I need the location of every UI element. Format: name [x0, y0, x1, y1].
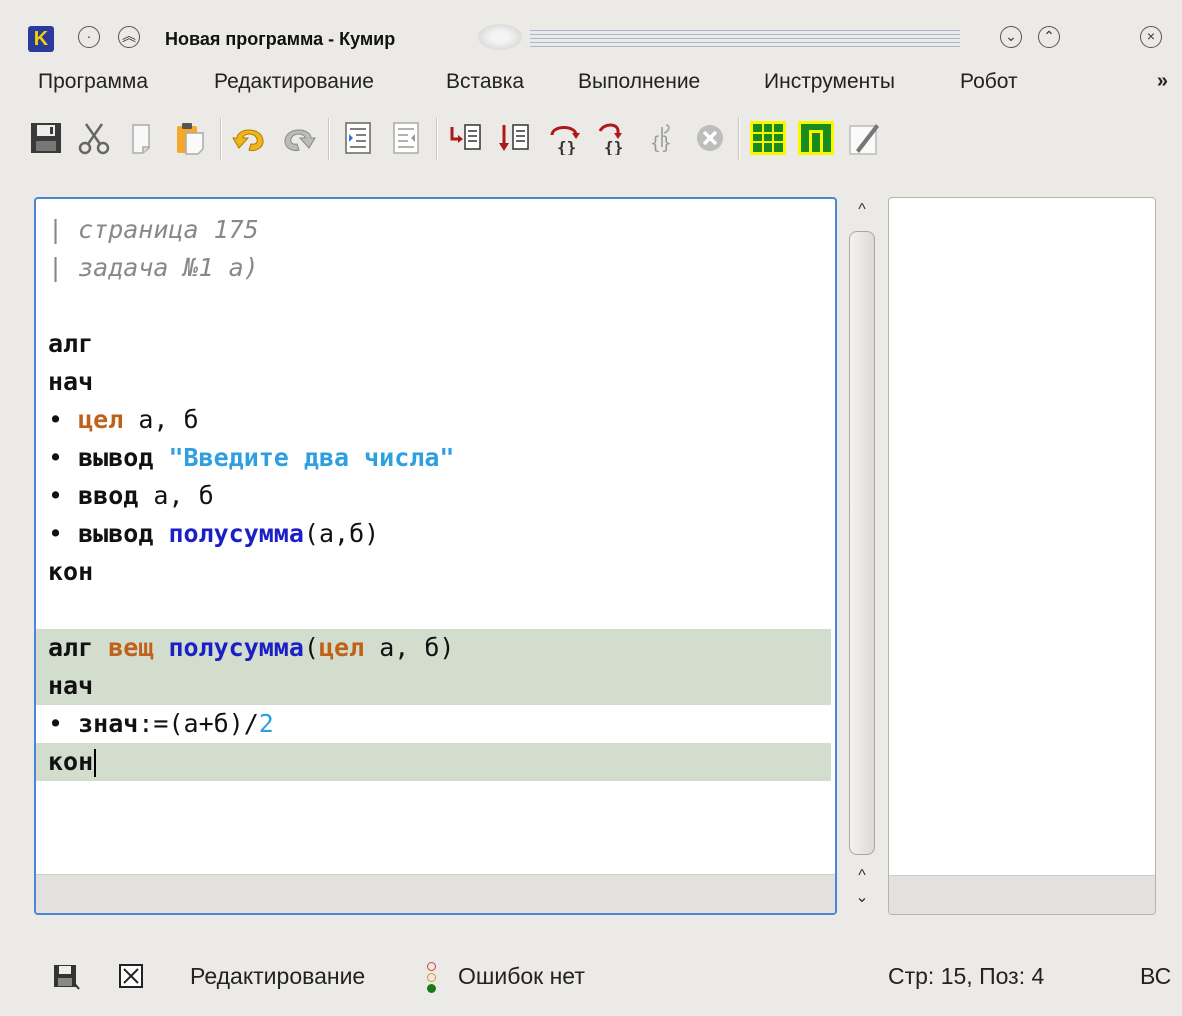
- code-line[interactable]: | страница 175: [46, 211, 831, 249]
- title-stripes: [530, 30, 960, 48]
- toolbar-separator: [738, 118, 740, 160]
- traffic-light-icon: [424, 961, 438, 995]
- menu-overflow-button[interactable]: »: [1157, 70, 1168, 93]
- indent-icon[interactable]: [336, 116, 380, 160]
- menu-program[interactable]: Программа: [38, 70, 148, 94]
- step-icon[interactable]: [492, 116, 536, 160]
- redo-icon[interactable]: [276, 116, 320, 160]
- title-decoration: [478, 24, 522, 50]
- save-icon[interactable]: [24, 116, 68, 160]
- margin-panel-bottom-bar: [889, 875, 1155, 914]
- code-line[interactable]: • вывод полусумма(а,б): [46, 515, 831, 553]
- code-text: • ввод а, б: [48, 481, 214, 510]
- window-menu-button[interactable]: ·: [78, 26, 100, 48]
- status-errors: Ошибок нет: [458, 963, 585, 989]
- double-chevron-up-icon: ︽: [122, 28, 136, 44]
- code-text: • вывод полусумма(а,б): [48, 519, 380, 548]
- dot-icon: ·: [86, 28, 92, 44]
- code-text: • цел а, б: [48, 405, 199, 434]
- cut-icon[interactable]: [72, 116, 116, 160]
- main-window: K · ︽ Новая программа - Кумир ⌄ ⌃ × Прог…: [0, 0, 1182, 1016]
- chevron-up-icon: ⌃: [1043, 28, 1055, 44]
- unindent-icon[interactable]: [384, 116, 428, 160]
- run-to-end-icon[interactable]: {}: [640, 116, 684, 160]
- svg-text:{}: {}: [604, 138, 623, 155]
- status-mode: Редактирование: [190, 963, 366, 989]
- code-line[interactable]: • знач:=(а+б)/2: [46, 705, 831, 743]
- code-area[interactable]: | страница 175 | задача №1 а) алг нач • …: [36, 211, 831, 781]
- scrollbar-thumb[interactable]: [849, 231, 875, 855]
- maximize-button[interactable]: ⌃: [1038, 26, 1060, 48]
- menu-bar: Программа Редактирование Вставка Выполне…: [28, 62, 1178, 102]
- draw-icon[interactable]: [842, 116, 886, 160]
- code-line[interactable]: • ввод а, б: [46, 477, 831, 515]
- scroll-up-arrow-icon[interactable]: ^: [850, 865, 874, 887]
- window-title: Новая программа - Кумир: [165, 29, 396, 49]
- title-bar: K · ︽ Новая программа - Кумир ⌄ ⌃ ×: [0, 0, 1182, 60]
- close-icon: ×: [1146, 28, 1156, 44]
- kumir-app-icon[interactable]: K: [28, 26, 54, 52]
- scroll-down-arrow-icon[interactable]: ⌄: [850, 887, 874, 909]
- robot-window-icon[interactable]: [794, 116, 838, 160]
- code-text: • знач:=(а+б)/2: [48, 709, 274, 738]
- code-line[interactable]: [46, 287, 831, 325]
- toolbar-separator: [328, 118, 330, 160]
- code-text: кон: [48, 557, 94, 586]
- minimize-button[interactable]: ⌄: [1000, 26, 1022, 48]
- code-line[interactable]: • цел а, б: [46, 401, 831, 439]
- code-line[interactable]: | задача №1 а): [46, 249, 831, 287]
- code-line[interactable]: кон: [46, 553, 831, 591]
- status-bar: Редактирование Ошибок нет Стр: 15, Поз: …: [0, 945, 1182, 1005]
- code-line[interactable]: алг: [46, 325, 831, 363]
- checkbox-x-icon[interactable]: [118, 963, 144, 994]
- code-line[interactable]: • вывод "Введите два числа": [46, 439, 831, 477]
- toolbar: {} {} {}: [22, 108, 1172, 170]
- text-cursor: [94, 749, 97, 777]
- paste-icon[interactable]: [168, 116, 212, 160]
- code-editor[interactable]: | страница 175 | задача №1 а) алг нач • …: [34, 197, 837, 915]
- code-text: кон: [48, 747, 94, 776]
- step-into-icon[interactable]: {}: [542, 116, 586, 160]
- code-line[interactable]: нач: [46, 363, 831, 401]
- run-icon[interactable]: [444, 116, 488, 160]
- menu-run[interactable]: Выполнение: [578, 70, 700, 94]
- code-line-highlighted[interactable]: алг вещ полусумма(цел а, б): [36, 629, 831, 667]
- close-button[interactable]: ×: [1140, 26, 1162, 48]
- robot-grid-icon[interactable]: [746, 116, 790, 160]
- save-status-icon[interactable]: [52, 963, 80, 996]
- menu-edit[interactable]: Редактирование: [214, 70, 374, 94]
- margin-panel[interactable]: [888, 197, 1156, 915]
- menu-robot[interactable]: Робот: [960, 70, 1018, 94]
- code-text: нач: [48, 671, 94, 700]
- editor-bottom-bar: [36, 874, 835, 913]
- comment: | страница 175: [48, 215, 259, 244]
- code-line[interactable]: [46, 591, 831, 629]
- stop-icon[interactable]: [688, 116, 732, 160]
- undo-icon[interactable]: [228, 116, 272, 160]
- menu-tools[interactable]: Инструменты: [764, 70, 895, 94]
- code-line-highlighted[interactable]: нач: [36, 667, 831, 705]
- scroll-up-arrow-icon[interactable]: ^: [850, 199, 874, 221]
- step-out-icon[interactable]: {}: [590, 116, 634, 160]
- chevron-down-icon: ⌄: [1005, 28, 1017, 44]
- status-cursor-position: Стр: 15, Поз: 4: [888, 963, 1045, 989]
- code-line-highlighted[interactable]: кон: [36, 743, 831, 781]
- svg-text:{}: {}: [557, 138, 576, 155]
- status-insert-mode: ВС: [1140, 963, 1172, 989]
- code-text: алг: [48, 329, 94, 358]
- copy-icon[interactable]: [120, 116, 164, 160]
- toolbar-separator: [220, 118, 222, 160]
- editor-scrollbar[interactable]: ^ ^ ⌄: [844, 197, 880, 915]
- comment: | задача №1 а): [48, 253, 259, 282]
- menu-insert[interactable]: Вставка: [446, 70, 524, 94]
- code-text: • вывод "Введите два числа": [48, 443, 455, 472]
- code-text: нач: [48, 367, 94, 396]
- code-text: алг вещ полусумма(цел а, б): [48, 633, 455, 662]
- svg-text:{}: {}: [650, 133, 672, 154]
- toolbar-separator: [436, 118, 438, 160]
- keep-above-button[interactable]: ︽: [118, 26, 140, 48]
